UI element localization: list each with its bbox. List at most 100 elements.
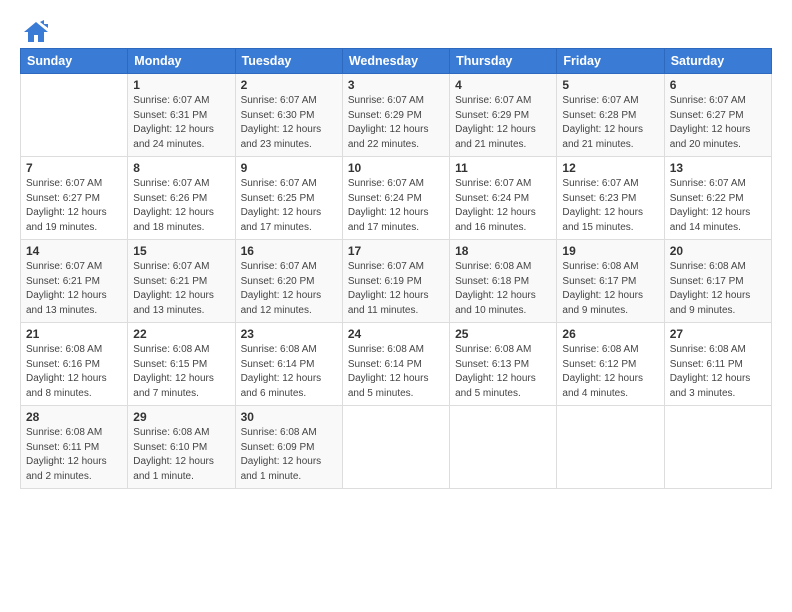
col-header-sunday: Sunday (21, 49, 128, 74)
day-number: 12 (562, 161, 658, 175)
day-cell: 10 Sunrise: 6:07 AMSunset: 6:24 PMDayligh… (342, 157, 449, 240)
calendar-table: SundayMondayTuesdayWednesdayThursdayFrid… (20, 48, 772, 489)
day-cell: 26 Sunrise: 6:08 AMSunset: 6:12 PMDayligh… (557, 323, 664, 406)
week-row-4: 21 Sunrise: 6:08 AMSunset: 6:16 PMDayligh… (21, 323, 772, 406)
day-number: 11 (455, 161, 551, 175)
day-number: 20 (670, 244, 766, 258)
day-cell: 14Sunrise: 6:07 AMSunset: 6:21 PMDayligh… (21, 240, 128, 323)
day-number: 10 (348, 161, 444, 175)
day-info: Sunrise: 6:07 AMSunset: 6:28 PMDaylight:… (562, 94, 658, 152)
day-cell: 1 Sunrise: 6:07 AMSunset: 6:31 PMDaylight… (128, 74, 235, 157)
day-cell: 4 Sunrise: 6:07 AMSunset: 6:29 PMDaylight… (450, 74, 557, 157)
week-row-2: 7 Sunrise: 6:07 AMSunset: 6:27 PMDaylight… (21, 157, 772, 240)
header (20, 18, 772, 42)
week-row-5: 28 Sunrise: 6:08 AMSunset: 6:11 PMDayligh… (21, 406, 772, 489)
day-number: 24 (348, 327, 444, 341)
day-info: Sunrise: 6:08 AMSunset: 6:16 PMDaylight:… (26, 343, 122, 401)
day-cell: 25 Sunrise: 6:08 AMSunset: 6:13 PMDayligh… (450, 323, 557, 406)
day-info: Sunrise: 6:07 AMSunset: 6:31 PMDaylight:… (133, 94, 229, 152)
day-number: 4 (455, 78, 551, 92)
day-info: Sunrise: 6:08 AMSunset: 6:14 PMDaylight:… (241, 343, 337, 401)
day-number: 9 (241, 161, 337, 175)
day-cell (21, 74, 128, 157)
day-info: Sunrise: 6:07 AMSunset: 6:30 PMDaylight:… (241, 94, 337, 152)
day-cell: 21 Sunrise: 6:08 AMSunset: 6:16 PMDayligh… (21, 323, 128, 406)
day-info: Sunrise: 6:08 AMSunset: 6:12 PMDaylight:… (562, 343, 658, 401)
day-number: 26 (562, 327, 658, 341)
day-cell (342, 406, 449, 489)
col-header-wednesday: Wednesday (342, 49, 449, 74)
day-number: 30 (241, 410, 337, 424)
day-number: 27 (670, 327, 766, 341)
col-header-monday: Monday (128, 49, 235, 74)
col-header-tuesday: Tuesday (235, 49, 342, 74)
day-number: 19 (562, 244, 658, 258)
day-number: 3 (348, 78, 444, 92)
day-info: Sunrise: 6:08 AMSunset: 6:14 PMDaylight:… (348, 343, 444, 401)
day-info: Sunrise: 6:07 AMSunset: 6:20 PMDaylight:… (241, 260, 337, 318)
day-cell (664, 406, 771, 489)
logo (20, 18, 50, 42)
day-number: 23 (241, 327, 337, 341)
day-cell: 20 Sunrise: 6:08 AMSunset: 6:17 PMDayligh… (664, 240, 771, 323)
day-cell: 19Sunrise: 6:08 AMSunset: 6:17 PMDayligh… (557, 240, 664, 323)
day-cell: 18 Sunrise: 6:08 AMSunset: 6:18 PMDayligh… (450, 240, 557, 323)
day-number: 21 (26, 327, 122, 341)
day-info: Sunrise: 6:08 AMSunset: 6:11 PMDaylight:… (26, 426, 122, 484)
day-cell: 2 Sunrise: 6:07 AMSunset: 6:30 PMDaylight… (235, 74, 342, 157)
day-cell: 16 Sunrise: 6:07 AMSunset: 6:20 PMDayligh… (235, 240, 342, 323)
day-cell: 27 Sunrise: 6:08 AMSunset: 6:11 PMDayligh… (664, 323, 771, 406)
day-cell: 7 Sunrise: 6:07 AMSunset: 6:27 PMDaylight… (21, 157, 128, 240)
day-info: Sunrise: 6:08 AMSunset: 6:13 PMDaylight:… (455, 343, 551, 401)
day-cell: 6 Sunrise: 6:07 AMSunset: 6:27 PMDaylight… (664, 74, 771, 157)
day-cell: 13 Sunrise: 6:07 AMSunset: 6:22 PMDayligh… (664, 157, 771, 240)
day-number: 22 (133, 327, 229, 341)
day-number: 5 (562, 78, 658, 92)
day-number: 16 (241, 244, 337, 258)
day-info: Sunrise: 6:08 AMSunset: 6:09 PMDaylight:… (241, 426, 337, 484)
day-info: Sunrise: 6:07 AMSunset: 6:24 PMDaylight:… (348, 177, 444, 235)
day-info: Sunrise: 6:07 AMSunset: 6:22 PMDaylight:… (670, 177, 766, 235)
day-cell: 3 Sunrise: 6:07 AMSunset: 6:29 PMDaylight… (342, 74, 449, 157)
day-number: 29 (133, 410, 229, 424)
day-number: 7 (26, 161, 122, 175)
logo-icon (22, 18, 50, 46)
day-number: 17 (348, 244, 444, 258)
day-number: 2 (241, 78, 337, 92)
day-info: Sunrise: 6:07 AMSunset: 6:27 PMDaylight:… (26, 177, 122, 235)
day-info: Sunrise: 6:08 AMSunset: 6:17 PMDaylight:… (670, 260, 766, 318)
day-cell: 24 Sunrise: 6:08 AMSunset: 6:14 PMDayligh… (342, 323, 449, 406)
day-info: Sunrise: 6:07 AMSunset: 6:29 PMDaylight:… (455, 94, 551, 152)
day-info: Sunrise: 6:07 AMSunset: 6:19 PMDaylight:… (348, 260, 444, 318)
day-number: 18 (455, 244, 551, 258)
day-number: 1 (133, 78, 229, 92)
day-cell: 12 Sunrise: 6:07 AMSunset: 6:23 PMDayligh… (557, 157, 664, 240)
day-cell: 23 Sunrise: 6:08 AMSunset: 6:14 PMDayligh… (235, 323, 342, 406)
day-info: Sunrise: 6:07 AMSunset: 6:21 PMDaylight:… (133, 260, 229, 318)
day-info: Sunrise: 6:07 AMSunset: 6:25 PMDaylight:… (241, 177, 337, 235)
day-info: Sunrise: 6:08 AMSunset: 6:15 PMDaylight:… (133, 343, 229, 401)
day-cell: 28 Sunrise: 6:08 AMSunset: 6:11 PMDayligh… (21, 406, 128, 489)
day-cell: 15 Sunrise: 6:07 AMSunset: 6:21 PMDayligh… (128, 240, 235, 323)
day-number: 6 (670, 78, 766, 92)
day-cell: 5 Sunrise: 6:07 AMSunset: 6:28 PMDaylight… (557, 74, 664, 157)
day-number: 28 (26, 410, 122, 424)
day-number: 14 (26, 244, 122, 258)
header-row: SundayMondayTuesdayWednesdayThursdayFrid… (21, 49, 772, 74)
day-info: Sunrise: 6:08 AMSunset: 6:11 PMDaylight:… (670, 343, 766, 401)
day-cell: 8Sunrise: 6:07 AMSunset: 6:26 PMDaylight… (128, 157, 235, 240)
col-header-friday: Friday (557, 49, 664, 74)
day-cell (557, 406, 664, 489)
day-number: 25 (455, 327, 551, 341)
day-cell: 29Sunrise: 6:08 AMSunset: 6:10 PMDayligh… (128, 406, 235, 489)
day-info: Sunrise: 6:07 AMSunset: 6:23 PMDaylight:… (562, 177, 658, 235)
col-header-saturday: Saturday (664, 49, 771, 74)
day-number: 15 (133, 244, 229, 258)
day-info: Sunrise: 6:08 AMSunset: 6:18 PMDaylight:… (455, 260, 551, 318)
day-info: Sunrise: 6:07 AMSunset: 6:24 PMDaylight:… (455, 177, 551, 235)
day-info: Sunrise: 6:07 AMSunset: 6:27 PMDaylight:… (670, 94, 766, 152)
day-number: 13 (670, 161, 766, 175)
day-cell: 17 Sunrise: 6:07 AMSunset: 6:19 PMDayligh… (342, 240, 449, 323)
day-info: Sunrise: 6:07 AMSunset: 6:29 PMDaylight:… (348, 94, 444, 152)
day-info: Sunrise: 6:07 AMSunset: 6:26 PMDaylight:… (133, 177, 229, 235)
